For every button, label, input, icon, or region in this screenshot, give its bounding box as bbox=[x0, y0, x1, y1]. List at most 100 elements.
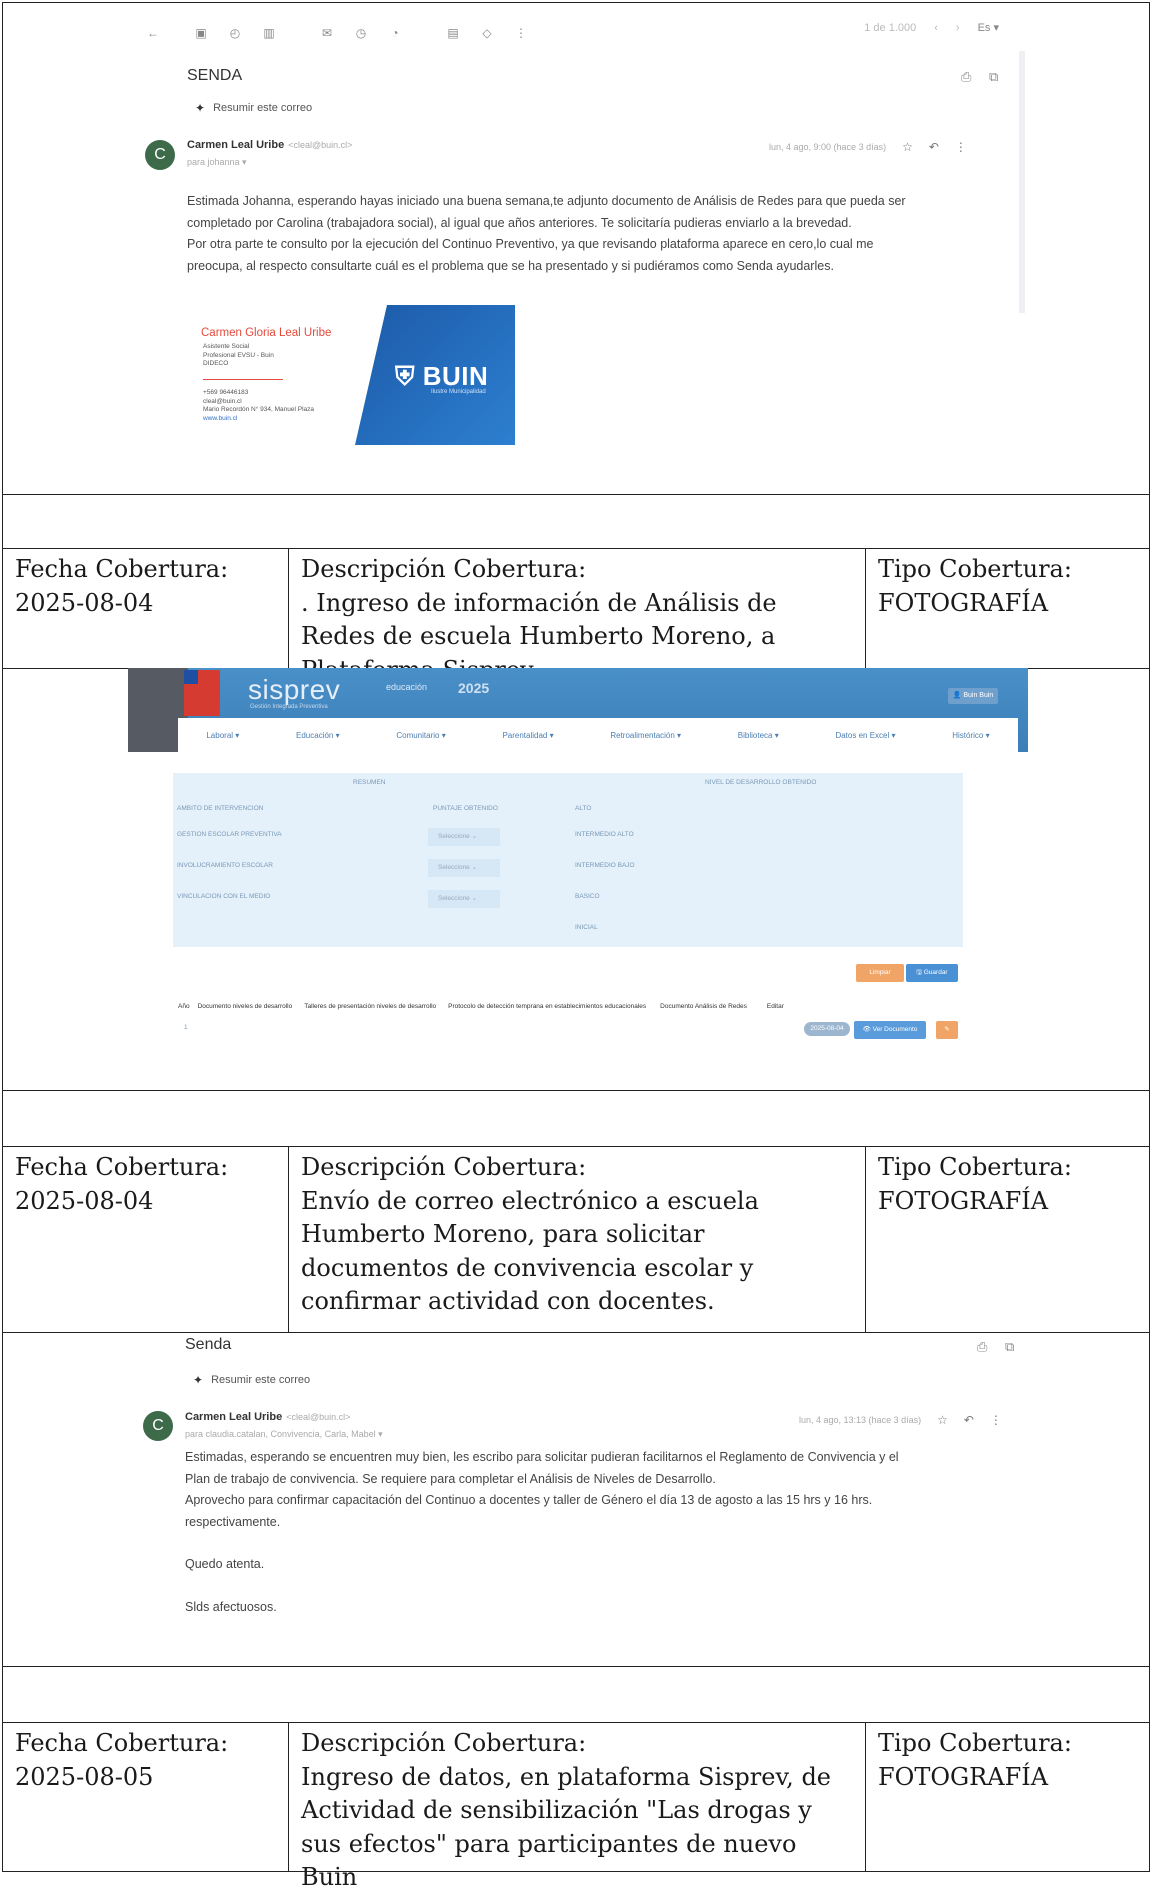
sisprev-logo: sisprev bbox=[248, 674, 341, 705]
fecha-value: 2025-08-05 bbox=[15, 1762, 154, 1791]
nav-historico[interactable]: Histórico ▾ bbox=[952, 731, 989, 740]
year-label: 2025 bbox=[458, 680, 490, 696]
coverage-row-3: Fecha Cobertura: 2025-08-05 Descripción … bbox=[2, 1722, 1150, 1891]
archive-icon[interactable]: ▣ bbox=[194, 26, 208, 40]
open-new-window-icon[interactable]: ⧉ bbox=[1005, 1339, 1014, 1355]
email-toolbar: ← ▣ ◴ ▥ ✉ ◷ ◔ ▤ ◇ ⋮ 1 de 1.000 ‹ › Es ▾ bbox=[146, 21, 999, 45]
resumen-title: RESUMEN bbox=[353, 779, 386, 786]
recipient-line[interactable]: para johanna ▾ bbox=[187, 157, 247, 168]
coverage-row-1: Fecha Cobertura: 2025-08-04 Descripción … bbox=[2, 548, 1150, 684]
email-subject: Senda bbox=[185, 1336, 232, 1353]
ambito-vinculacion: VINCULACION CON EL MEDIO bbox=[177, 893, 271, 900]
resumen-panel: RESUMEN NIVEL DE DESARROLLO OBTENIDO AMB… bbox=[173, 773, 963, 947]
nivel-alto: ALTO bbox=[575, 805, 592, 812]
nivel-intermedio-bajo: INTERMEDIO BAJO bbox=[575, 862, 635, 869]
sender-email: <cleal@buin.cl> bbox=[286, 1412, 351, 1422]
nav-educacion[interactable]: Educación ▾ bbox=[296, 731, 340, 740]
tipo-value: FOTOGRAFÍA bbox=[878, 1186, 1049, 1215]
spacer-row bbox=[2, 494, 1150, 550]
regards-line: Slds afectuosos. bbox=[185, 1599, 277, 1614]
tipo-value: FOTOGRAFÍA bbox=[878, 1762, 1049, 1791]
ver-documento-button[interactable]: 👁 Ver Documento bbox=[854, 1021, 926, 1039]
nivel-header: NIVEL DE DESARROLLO OBTENIDO bbox=[705, 779, 817, 786]
label-icon[interactable]: ◇ bbox=[480, 26, 494, 40]
more-icon[interactable]: ⋮ bbox=[514, 26, 528, 40]
reply-icon[interactable]: ↶ bbox=[964, 1413, 974, 1427]
trash-icon[interactable]: ▥ bbox=[262, 26, 276, 40]
documents-header: Año Documento niveles de desarrollo Tall… bbox=[128, 1003, 1028, 1010]
signature-divider bbox=[203, 379, 283, 380]
descripcion-value: Envío de correo electrónico a escuela Hu… bbox=[301, 1186, 759, 1316]
fecha-label: Fecha Cobertura: bbox=[15, 555, 229, 583]
nav-parentalidad[interactable]: Parentalidad ▾ bbox=[502, 731, 553, 740]
col-talleres: Talleres de presentación niveles de desa… bbox=[304, 1003, 437, 1010]
guardar-button[interactable]: 🖫 Guardar bbox=[906, 964, 958, 982]
tipo-cell: Tipo Cobertura: FOTOGRAFÍA bbox=[866, 1723, 1149, 1871]
doc-date-badge: 2025-08-04 bbox=[804, 1022, 850, 1036]
summarize-label: Resumir este correo bbox=[211, 1374, 311, 1386]
nav-retroalimentacion[interactable]: Retroalimentación ▾ bbox=[610, 731, 681, 740]
summarize-button[interactable]: ✦ Resumir este correo bbox=[195, 101, 312, 115]
sisprev-header: sisprev Gestión Integrada Preventiva edu… bbox=[128, 668, 1028, 752]
tipo-label: Tipo Cobertura: bbox=[878, 1729, 1072, 1757]
doc-year: 1 bbox=[184, 1024, 188, 1031]
star-icon[interactable]: ☆ bbox=[937, 1413, 948, 1427]
mail-icon[interactable]: ✉ bbox=[320, 26, 334, 40]
fecha-value: 2025-08-04 bbox=[15, 588, 154, 617]
report-icon[interactable]: ◴ bbox=[228, 26, 242, 40]
nav-comunitario[interactable]: Comunitario ▾ bbox=[396, 731, 445, 740]
print-icon[interactable]: ⎙ bbox=[977, 1339, 987, 1355]
nav-biblioteca[interactable]: Biblioteca ▾ bbox=[738, 731, 779, 740]
email-date: lun, 4 ago, 9:00 (hace 3 días) bbox=[769, 142, 887, 152]
col-niveles: Documento niveles de desarrollo bbox=[197, 1003, 293, 1010]
sisprev-logo-sub: Gestión Integrada Preventiva bbox=[250, 704, 328, 710]
pager-counter: 1 de 1.000 bbox=[864, 21, 917, 34]
clock-icon[interactable]: ◷ bbox=[354, 26, 368, 40]
closing-line: Quedo atenta. bbox=[185, 1557, 265, 1571]
tipo-value: FOTOGRAFÍA bbox=[878, 588, 1049, 617]
signature-title: Asistente Social Profesional EVSU - Buin… bbox=[203, 343, 274, 367]
fecha-cell: Fecha Cobertura: 2025-08-05 bbox=[3, 1723, 289, 1871]
signature-contact: +569 96446183 cleal@buin.cl Mario Record… bbox=[203, 389, 314, 422]
email-screenshot-frame: ← ▣ ◴ ▥ ✉ ◷ ◔ ▤ ◇ ⋮ 1 de 1.000 ‹ › Es ▾ … bbox=[2, 2, 1150, 496]
puntaje-select-3[interactable]: Seleccione ⌄ bbox=[428, 890, 500, 908]
open-new-window-icon[interactable]: ⧉ bbox=[989, 69, 998, 85]
puntaje-select-1[interactable]: Seleccione ⌄ bbox=[428, 828, 500, 846]
descripcion-cell: Descripción Cobertura: . Ingreso de info… bbox=[289, 549, 866, 684]
nivel-intermedio-alto: INTERMEDIO ALTO bbox=[575, 831, 634, 838]
recipient-line[interactable]: para claudia.catalan, Convivencia, Carla… bbox=[185, 1429, 383, 1440]
nivel-basico: BASICO bbox=[575, 893, 600, 900]
sender-name: Carmen Leal Uribe <cleal@buin.cl> bbox=[187, 139, 353, 151]
more-options-icon[interactable]: ⋮ bbox=[990, 1413, 1002, 1427]
email-date: lun, 4 ago, 13:13 (hace 3 días) bbox=[799, 1415, 922, 1425]
fecha-value: 2025-08-04 bbox=[15, 1186, 154, 1215]
spacer-row bbox=[2, 1666, 1150, 1724]
next-icon[interactable]: › bbox=[956, 22, 960, 34]
pager: 1 de 1.000 ‹ › Es ▾ bbox=[864, 21, 999, 35]
task-icon[interactable]: ◔ bbox=[388, 26, 402, 40]
move-icon[interactable]: ▤ bbox=[446, 26, 460, 40]
star-icon[interactable]: ☆ bbox=[902, 140, 913, 154]
email-body: Estimadas, esperando se encuentren muy b… bbox=[185, 1447, 1025, 1618]
reply-icon[interactable]: ↶ bbox=[929, 140, 939, 154]
coverage-row-2: Fecha Cobertura: 2025-08-04 Descripción … bbox=[2, 1146, 1150, 1334]
descripcion-value: Ingreso de datos, en plataforma Sisprev,… bbox=[301, 1762, 832, 1892]
puntaje-select-2[interactable]: Seleccione ⌄ bbox=[428, 859, 500, 877]
sparkle-icon: ✦ bbox=[195, 101, 206, 115]
nav-datos-excel[interactable]: Datos en Excel ▾ bbox=[835, 731, 895, 740]
prev-icon[interactable]: ‹ bbox=[934, 22, 938, 34]
summarize-button[interactable]: ✦ Resumir este correo bbox=[193, 1373, 310, 1387]
limpiar-button[interactable]: Limpiar bbox=[856, 964, 904, 982]
email2-screenshot-frame: Senda ⎙ ⧉ ✦ Resumir este correo C Carmen… bbox=[2, 1332, 1150, 1668]
lang-select[interactable]: Es ▾ bbox=[978, 21, 999, 34]
descripcion-label: Descripción Cobertura: bbox=[301, 1153, 587, 1181]
print-icon[interactable]: ⎙ bbox=[961, 69, 971, 85]
email-meta: lun, 4 ago, 9:00 (hace 3 días) ☆ ↶ ⋮ bbox=[769, 140, 967, 154]
col-analisis-redes: Documento Análisis de Redes bbox=[660, 1003, 747, 1010]
nav-laboral[interactable]: Laboral ▾ bbox=[206, 731, 239, 740]
scrollbar[interactable] bbox=[1019, 51, 1025, 313]
more-options-icon[interactable]: ⋮ bbox=[955, 140, 967, 154]
user-button[interactable]: 👤 Buin Buin bbox=[948, 688, 998, 704]
back-arrow-icon[interactable]: ← bbox=[146, 26, 160, 40]
edit-icon[interactable]: ✎ bbox=[936, 1021, 958, 1039]
